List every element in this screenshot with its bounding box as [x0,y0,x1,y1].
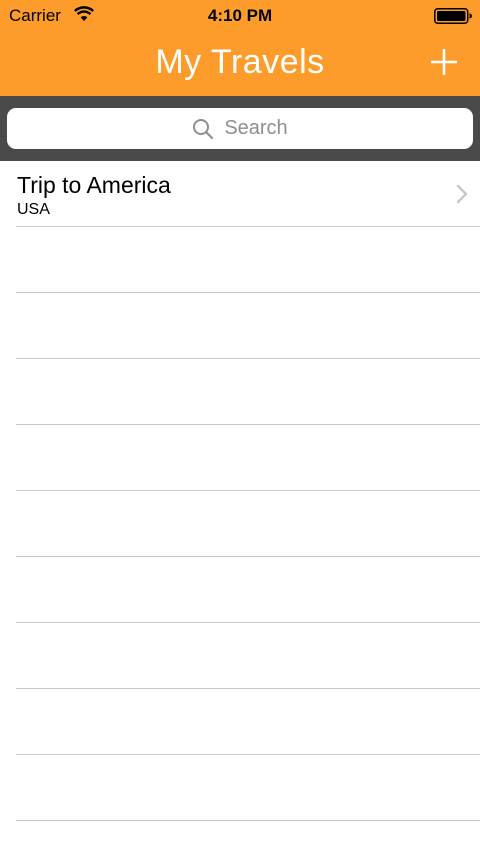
empty-row [16,557,480,623]
search-content: Search [7,108,473,149]
empty-row [16,227,480,293]
status-bar: Carrier 4:10 PM [0,0,480,32]
trip-list: Trip to America USA [0,161,480,821]
empty-row [16,425,480,491]
plus-icon [431,49,457,75]
battery-icon [434,8,472,24]
status-time: 4:10 PM [207,6,273,25]
nav-bar: My Travels [0,32,480,96]
empty-row [16,755,480,821]
empty-row [16,359,480,425]
empty-row [16,491,480,557]
search-bar: Search [0,96,480,161]
header: Carrier 4:10 PM My Travels [0,0,480,96]
search-placeholder: Search [224,117,288,139]
empty-row [16,293,480,359]
empty-row [16,623,480,689]
empty-row [16,689,480,755]
chevron-right-icon [456,184,468,204]
trip-row[interactable]: Trip to America USA [16,161,480,227]
screen: Carrier 4:10 PM My Travels Search Trip t… [0,0,480,852]
page-title: My Travels [155,43,325,81]
search-input[interactable]: Search [7,108,473,149]
trip-country: USA [17,201,50,218]
add-trip-button[interactable] [428,46,460,78]
search-icon [193,118,214,139]
trip-title: Trip to America [17,172,171,198]
